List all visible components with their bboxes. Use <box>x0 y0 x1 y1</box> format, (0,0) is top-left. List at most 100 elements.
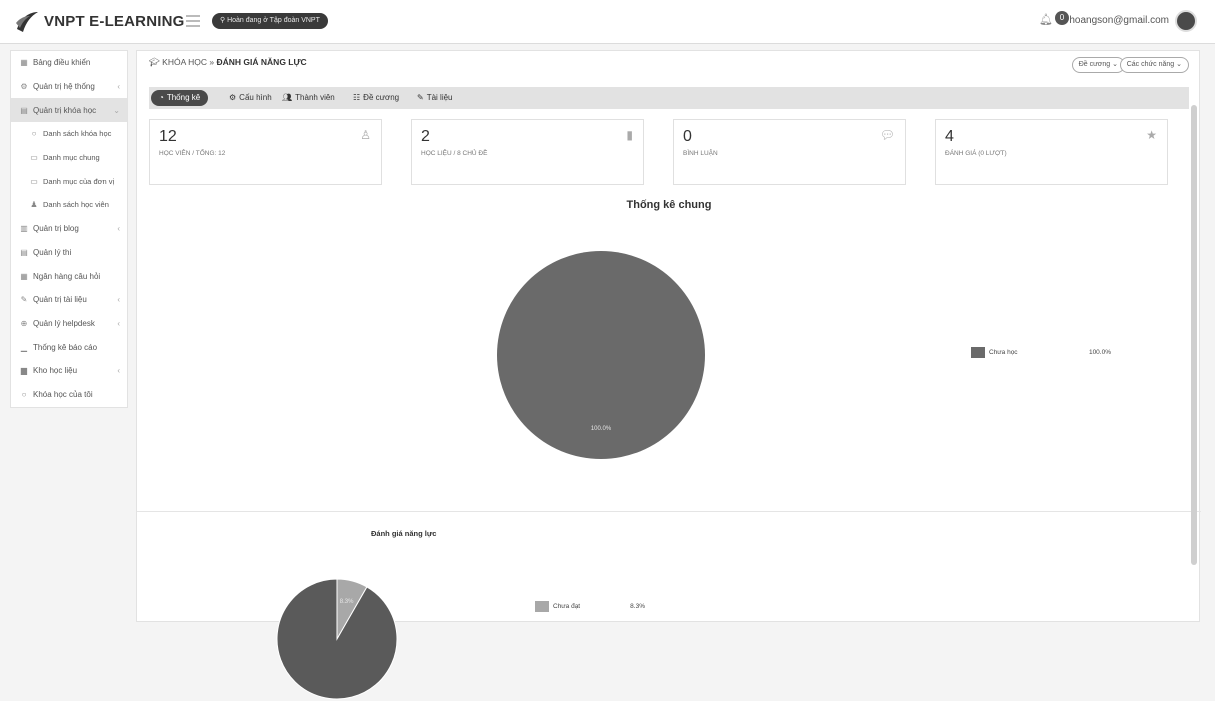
sidebar-item-label: Quản lý helpdesk <box>33 318 95 328</box>
stat-value: 0 <box>683 128 692 145</box>
stat-card-materials: 2 HỌC LIỆU / 8 CHỦ ĐỀ ▮ <box>411 119 644 185</box>
chart-title-general: Thống kê chung <box>626 199 712 211</box>
tab-label: Đề cương <box>363 93 400 102</box>
stat-label: ĐÁNH GIÁ (0 LƯỢT) <box>945 150 1007 157</box>
legend-name: Chưa đạt <box>553 603 581 610</box>
bell-icon[interactable]: 🔔︎ <box>1039 13 1053 26</box>
chevron-left-icon: ‹ <box>117 82 120 92</box>
tab-documents[interactable]: ✎ Tài liệu <box>417 87 453 109</box>
sidebar-item-students[interactable]: ♟ Danh sách học viên <box>11 193 127 217</box>
tab-statistics[interactable]: ◔ Thống kê <box>151 90 209 106</box>
pie-slice-1-1[interactable] <box>276 578 398 700</box>
tab-config[interactable]: ⚙ Cấu hình <box>229 87 272 109</box>
pie-chart-assessment: 8.3% <box>276 578 398 700</box>
sidebar: ▦ Bảng điều khiển ⚙ Quản trị hệ thống ‹ ▤ Qu… <box>10 50 128 408</box>
sidebar-item-reports[interactable]: ▁ Thống kê báo cáo <box>11 335 127 359</box>
tab-outline[interactable]: ☷ Đề cương <box>353 87 399 109</box>
graduation-cap-icon: 🎓︎ <box>149 57 163 67</box>
vnpt-logo[interactable] <box>14 9 40 35</box>
sidebar-item-label: Danh mục của đơn vị <box>43 176 115 186</box>
legend-item-0-0[interactable]: Chưa học 100.0% <box>971 347 1111 358</box>
tab-bar: ◔ Thống kê ⚙ Cấu hình 👥︎ Thành viên ☷ Đề cươ… <box>149 87 1189 109</box>
outline-button[interactable]: Đề cương ⌄ <box>1071 57 1125 73</box>
tab-label: Thống kê <box>166 93 201 102</box>
helpdesk-icon: ⊕ <box>20 318 28 328</box>
breadcrumb-separator: » <box>209 57 215 67</box>
stat-value: 2 <box>421 128 430 145</box>
sidebar-item-documents[interactable]: ✎ Quản trị tài liệu ‹ <box>11 288 127 312</box>
user-icon: ♙ <box>360 128 371 142</box>
breadcrumb-section[interactable]: KHÓA HỌC <box>162 57 207 67</box>
chevron-left-icon: ‹ <box>117 318 120 328</box>
org-badge-label: Hoàn đang ở Tập đoàn VNPT <box>227 17 320 24</box>
pie-slice-label-1-0: 8.3% <box>340 599 354 605</box>
brand-name[interactable]: VNPT E-LEARNING <box>44 13 185 30</box>
sidebar-item-course-list[interactable]: ○ Danh sách khóa học <box>11 122 127 146</box>
chevron-left-icon: ‹ <box>117 295 120 305</box>
sidebar-item-label: Danh sách học viên <box>43 200 109 210</box>
bank-icon: ▦ <box>20 271 28 281</box>
chevron-down-icon: ⌄ <box>113 105 120 115</box>
tab-members[interactable]: 👥︎ Thành viên <box>282 87 335 109</box>
sidebar-item-my-courses[interactable]: ○ Khóa học của tôi <box>11 383 127 407</box>
sidebar-item-exams[interactable]: ▤ Quản lý thi <box>11 241 127 265</box>
user-icon: ♟ <box>30 200 38 210</box>
dashboard-icon: ▦ <box>20 58 28 68</box>
course-icon: ▤ <box>20 105 28 115</box>
functions-button[interactable]: Các chức năng ⌄ <box>1119 57 1189 73</box>
pie-slice-label-0-0: 100.0% <box>591 426 612 432</box>
exam-icon: ▤ <box>20 247 28 257</box>
tab-label: Tài liệu <box>426 93 453 102</box>
settings-icon: ⚙ <box>20 82 28 92</box>
sidebar-item-label: Quản lý thi <box>33 247 72 257</box>
stat-value: 12 <box>159 128 177 145</box>
avatar[interactable] <box>1175 10 1197 32</box>
legend-swatch <box>971 347 985 358</box>
sidebar-item-courses[interactable]: ▤ Quản trị khóa học ⌄ <box>11 98 127 123</box>
sidebar-item-label: Danh sách khóa học <box>43 129 112 139</box>
stat-label: HỌC LIỆU / 8 CHỦ ĐỀ <box>421 150 488 157</box>
pencil-icon: ✎ <box>417 93 424 102</box>
sidebar-item-label: Kho học liệu <box>33 366 78 376</box>
user-email[interactable]: hoangson@gmail.com <box>1069 15 1169 26</box>
top-bar: VNPT E-LEARNING ⚲ Hoàn đang ở Tập đoàn V… <box>0 0 1215 44</box>
sidebar-item-library[interactable]: ▆ Kho học liệu ‹ <box>11 359 127 383</box>
gear-icon: ⚙ <box>229 93 237 102</box>
scrollbar[interactable] <box>1191 105 1197 565</box>
chart-title-assessment: Đánh giá năng lực <box>371 529 437 538</box>
document-icon: ✎ <box>20 295 28 305</box>
circle-icon: ○ <box>21 389 27 399</box>
tab-label: Thành viên <box>295 93 335 102</box>
legend-value: 100.0% <box>1088 349 1111 356</box>
page-title: ĐÁNH GIÁ NĂNG LỰC <box>216 57 307 67</box>
legend-item-1-0[interactable]: Chưa đạt 8.3% <box>535 601 645 612</box>
stat-card-comments: 0 BÌNH LUẬN 💬︎ <box>673 119 906 185</box>
org-badge[interactable]: ⚲ Hoàn đang ở Tập đoàn VNPT <box>212 13 328 29</box>
legend-value: 8.3% <box>630 603 645 610</box>
library-icon: ▆ <box>20 366 28 376</box>
sidebar-item-label: Ngân hàng câu hỏi <box>33 271 101 281</box>
sidebar-item-blog[interactable]: ▥ Quản trị blog ‹ <box>11 217 127 241</box>
legend-swatch <box>535 601 549 612</box>
stat-label: BÌNH LUẬN <box>683 150 718 157</box>
sidebar-item-label: Quản trị khóa học <box>33 105 97 115</box>
circle-icon: ○ <box>31 129 37 139</box>
blog-icon: ▥ <box>20 224 28 234</box>
sidebar-item-unit-categories[interactable]: ▭ Danh mục của đơn vị <box>11 169 127 193</box>
legend-assessment: Chưa đạt 8.3% <box>535 601 645 613</box>
menu-toggle-icon[interactable] <box>186 15 200 27</box>
sidebar-item-common-categories[interactable]: ▭ Danh mục chung <box>11 146 127 170</box>
sidebar-item-question-bank[interactable]: ▦ Ngân hàng câu hỏi <box>11 264 127 288</box>
folder-icon: ▭ <box>30 176 38 186</box>
sidebar-item-label: Bảng điều khiển <box>33 58 91 68</box>
sidebar-item-dashboard[interactable]: ▦ Bảng điều khiển <box>11 51 127 75</box>
pie-icon: ◔ <box>159 93 164 102</box>
stat-label: HỌC VIÊN / TỔNG: 12 <box>159 150 226 157</box>
pie-chart-general: 100.0% <box>497 251 705 459</box>
file-icon: ▮ <box>626 128 633 142</box>
sidebar-item-helpdesk[interactable]: ⊕ Quản lý helpdesk ‹ <box>11 312 127 336</box>
sidebar-item-label: Khóa học của tôi <box>33 389 93 399</box>
notification-count[interactable]: 0 <box>1055 11 1069 25</box>
sidebar-item-system[interactable]: ⚙ Quản trị hệ thống ‹ <box>11 75 127 99</box>
stat-card-ratings: 4 ĐÁNH GIÁ (0 LƯỢT) ★ <box>935 119 1168 185</box>
